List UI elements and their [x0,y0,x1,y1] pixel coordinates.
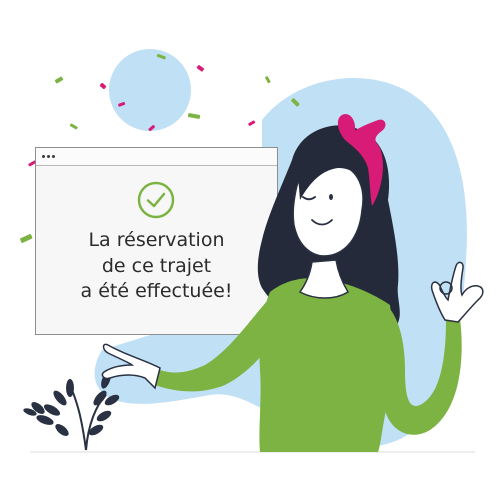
woman-illustration [101,114,484,452]
open-eye [329,194,333,200]
left-hand [101,343,161,390]
ok-hand [430,261,484,323]
torso [259,278,393,452]
